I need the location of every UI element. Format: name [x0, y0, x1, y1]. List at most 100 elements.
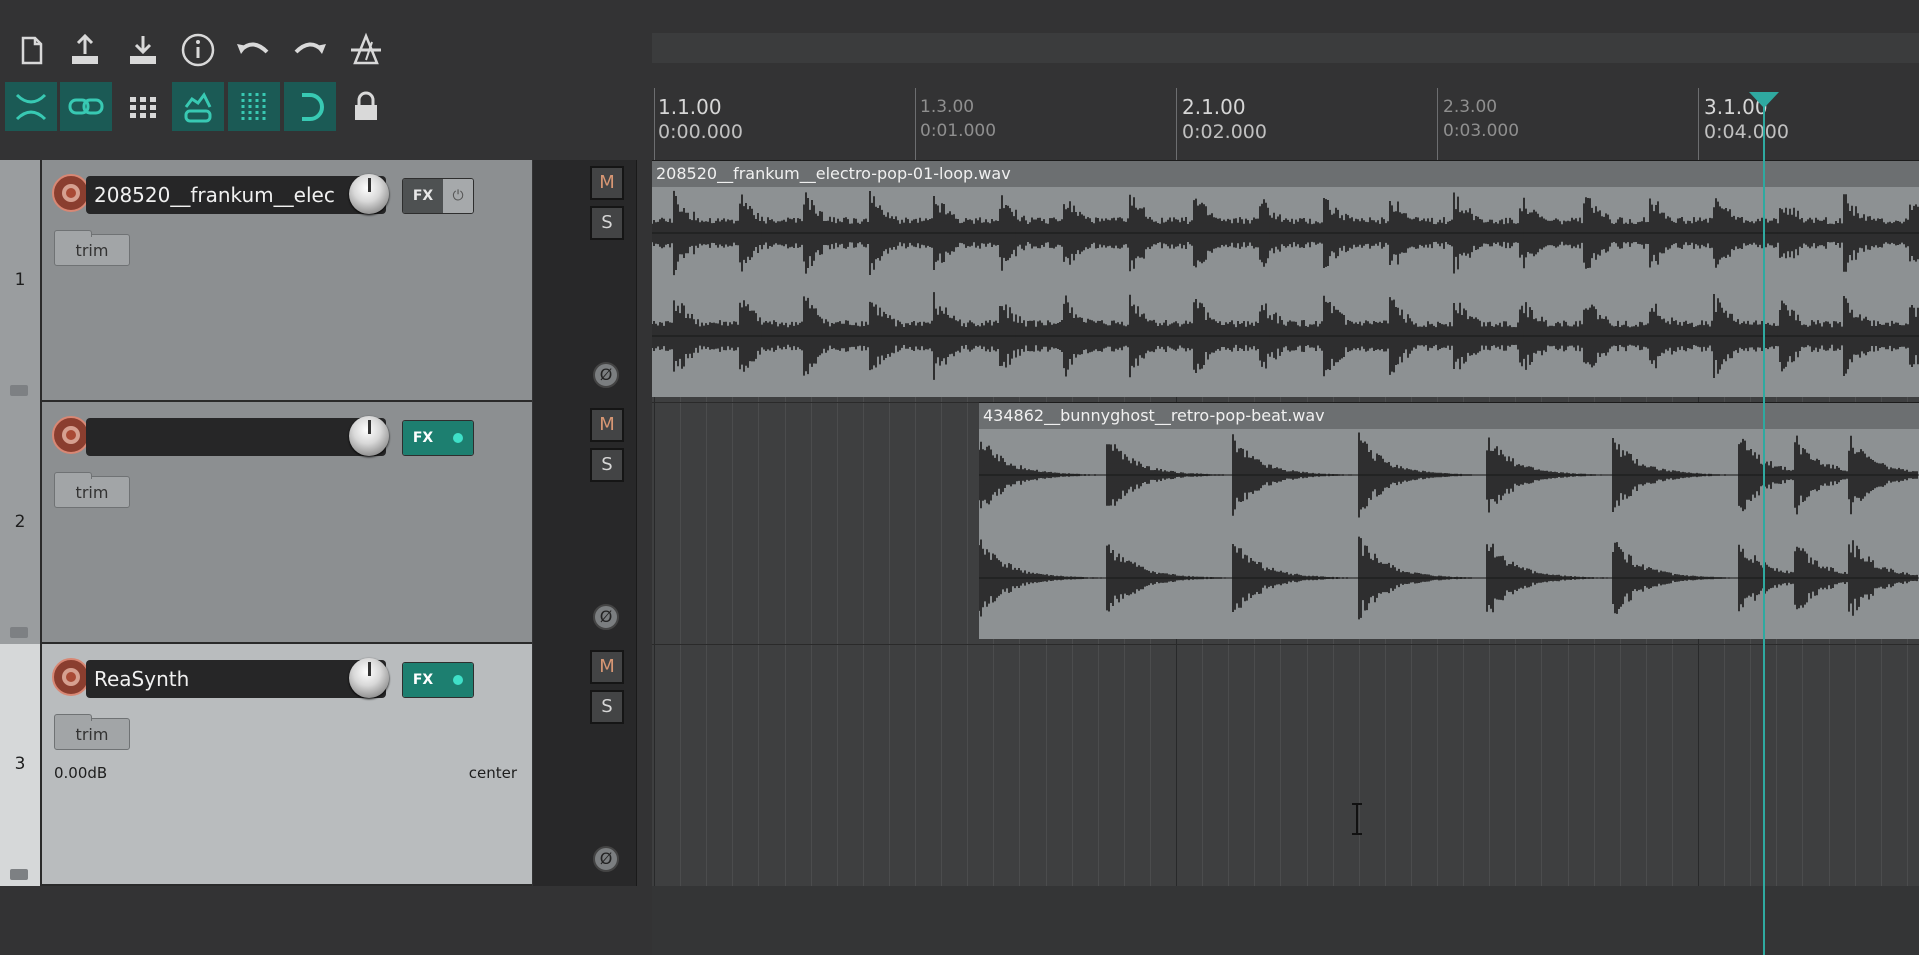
redo-button[interactable]	[285, 25, 335, 75]
horizontal-scrollbar[interactable]	[652, 33, 1919, 63]
fx-label: FX	[403, 179, 443, 213]
solo-button-2[interactable]: S	[590, 448, 624, 482]
ruler-time-label: 0:01.000	[920, 121, 997, 141]
folder-icon[interactable]	[10, 385, 28, 396]
snap-grid-button[interactable]	[228, 82, 280, 131]
track-panel-1[interactable]: 1 208520__frankum__elec FX ⏻ trim	[0, 160, 533, 402]
ruler-bar-label: 1.1.00	[658, 95, 722, 119]
track-number-area[interactable]: 1	[0, 160, 42, 402]
volume-knob[interactable]	[349, 658, 389, 698]
arrange-view[interactable]: 208520__frankum__electro-pop-01-loop.wav…	[652, 160, 1919, 955]
folder-icon[interactable]	[10, 869, 28, 880]
auto-crossfade-button[interactable]	[284, 82, 336, 131]
fx-active-icon[interactable]	[443, 663, 473, 697]
track-controls: FX trim	[42, 402, 532, 644]
trim-envelope-button[interactable]: trim	[54, 472, 130, 508]
trim-label: trim	[75, 483, 109, 502]
volume-knob[interactable]	[349, 416, 389, 456]
playhead-marker-icon[interactable]	[1747, 90, 1781, 110]
envelope-link-button[interactable]	[172, 82, 224, 131]
trim-label: trim	[75, 241, 109, 260]
lock-icon	[355, 91, 377, 120]
grid-icon	[130, 97, 156, 118]
solo-button-1[interactable]: S	[590, 206, 624, 240]
project-info-button[interactable]	[173, 25, 223, 75]
track-controls: 208520__frankum__elec FX ⏻ trim	[42, 160, 532, 402]
main-toolbar	[0, 0, 532, 160]
item-header: 208520__frankum__electro-pop-01-loop.wav	[652, 161, 1919, 187]
track-number: 1	[14, 270, 26, 290]
mute-button-2[interactable]: M	[590, 408, 624, 442]
track-panel-3[interactable]: 3 ReaSynth FX trim 0.00dB center	[0, 644, 533, 886]
track-panel-2[interactable]: 2 FX trim	[0, 402, 533, 644]
fx-label: FX	[403, 421, 443, 455]
fx-button[interactable]: FX ⏻	[402, 178, 474, 214]
volume-knob[interactable]	[349, 174, 389, 214]
fx-active-icon[interactable]	[443, 421, 473, 455]
metronome-button[interactable]	[341, 25, 391, 75]
ruler-tick	[1176, 88, 1177, 160]
track-number: 2	[14, 512, 26, 532]
item-grouping-button[interactable]	[60, 82, 112, 131]
phase-invert-button-2[interactable]: Ø	[593, 604, 619, 630]
mute-solo-strip: M S Ø M S Ø M S Ø	[533, 160, 637, 886]
trim-label: trim	[75, 725, 109, 744]
track-number-area[interactable]: 3	[0, 644, 42, 886]
record-arm-button[interactable]	[52, 658, 90, 696]
envelope-link-icon	[184, 91, 212, 122]
new-project-icon	[21, 36, 43, 65]
snap-grid-icon	[241, 92, 266, 121]
track-name-field[interactable]	[86, 418, 386, 456]
mute-button-1[interactable]: M	[590, 166, 624, 200]
volume-readout: 0.00dB	[54, 764, 108, 782]
track-number-area[interactable]: 2	[0, 402, 42, 644]
redo-icon	[294, 42, 326, 54]
fx-bypass-icon[interactable]: ⏻	[443, 179, 473, 213]
fx-button[interactable]: FX	[402, 420, 474, 456]
waveform	[979, 432, 1919, 620]
ruler-time-label: 0:00.000	[658, 121, 743, 143]
track-number: 3	[14, 754, 26, 774]
ruler-bar-label: 2.1.00	[1182, 95, 1246, 119]
empty-arrange-area[interactable]	[652, 886, 1919, 955]
record-arm-button[interactable]	[52, 416, 90, 454]
media-item-1[interactable]: 208520__frankum__electro-pop-01-loop.wav	[652, 160, 1919, 397]
record-arm-button[interactable]	[52, 174, 90, 212]
pan-readout: center	[468, 764, 517, 782]
phase-invert-button-1[interactable]: Ø	[593, 362, 619, 388]
new-project-button[interactable]	[6, 25, 56, 75]
media-item-2[interactable]: 434862__bunnyghost__retro-pop-beat.wav	[979, 402, 1919, 639]
save-project-icon	[72, 33, 98, 64]
track-divider	[652, 644, 1919, 645]
ruler-tick	[654, 88, 655, 160]
play-cursor	[1763, 92, 1765, 955]
track-controls: ReaSynth FX trim 0.00dB center	[42, 644, 532, 886]
fx-label: FX	[403, 663, 443, 697]
phase-invert-button-3[interactable]: Ø	[593, 846, 619, 872]
ruler-tick	[915, 88, 916, 160]
ripple-edit-button[interactable]	[5, 82, 57, 131]
ruler-time-label: 0:02.000	[1182, 121, 1267, 143]
save-project-button[interactable]	[60, 25, 110, 75]
timeline-ruler[interactable]: 1.1.00 0:00.000 1.3.00 0:01.000 2.1.00 0…	[652, 88, 1919, 160]
item-header: 434862__bunnyghost__retro-pop-beat.wav	[979, 403, 1919, 429]
trim-envelope-button[interactable]: trim	[54, 714, 130, 750]
mute-button-3[interactable]: M	[590, 650, 624, 684]
ruler-bar-label: 1.3.00	[920, 97, 975, 117]
waveform	[652, 190, 1919, 380]
undo-icon	[237, 42, 269, 54]
load-project-button[interactable]	[118, 25, 168, 75]
trim-envelope-button[interactable]: trim	[54, 230, 130, 266]
metronome-icon	[351, 32, 381, 65]
tcp-empty-area[interactable]	[0, 886, 640, 955]
fx-button[interactable]: FX	[402, 662, 474, 698]
grid-button[interactable]	[118, 82, 168, 132]
lock-button[interactable]	[341, 82, 391, 132]
ruler-bar-label: 2.3.00	[1443, 97, 1498, 117]
track-name-field[interactable]: ReaSynth	[86, 660, 386, 698]
ruler-time-label: 0:04.000	[1704, 121, 1789, 143]
track-name-field[interactable]: 208520__frankum__elec	[86, 176, 386, 214]
solo-button-3[interactable]: S	[590, 690, 624, 724]
undo-button[interactable]	[228, 25, 278, 75]
folder-icon[interactable]	[10, 627, 28, 638]
